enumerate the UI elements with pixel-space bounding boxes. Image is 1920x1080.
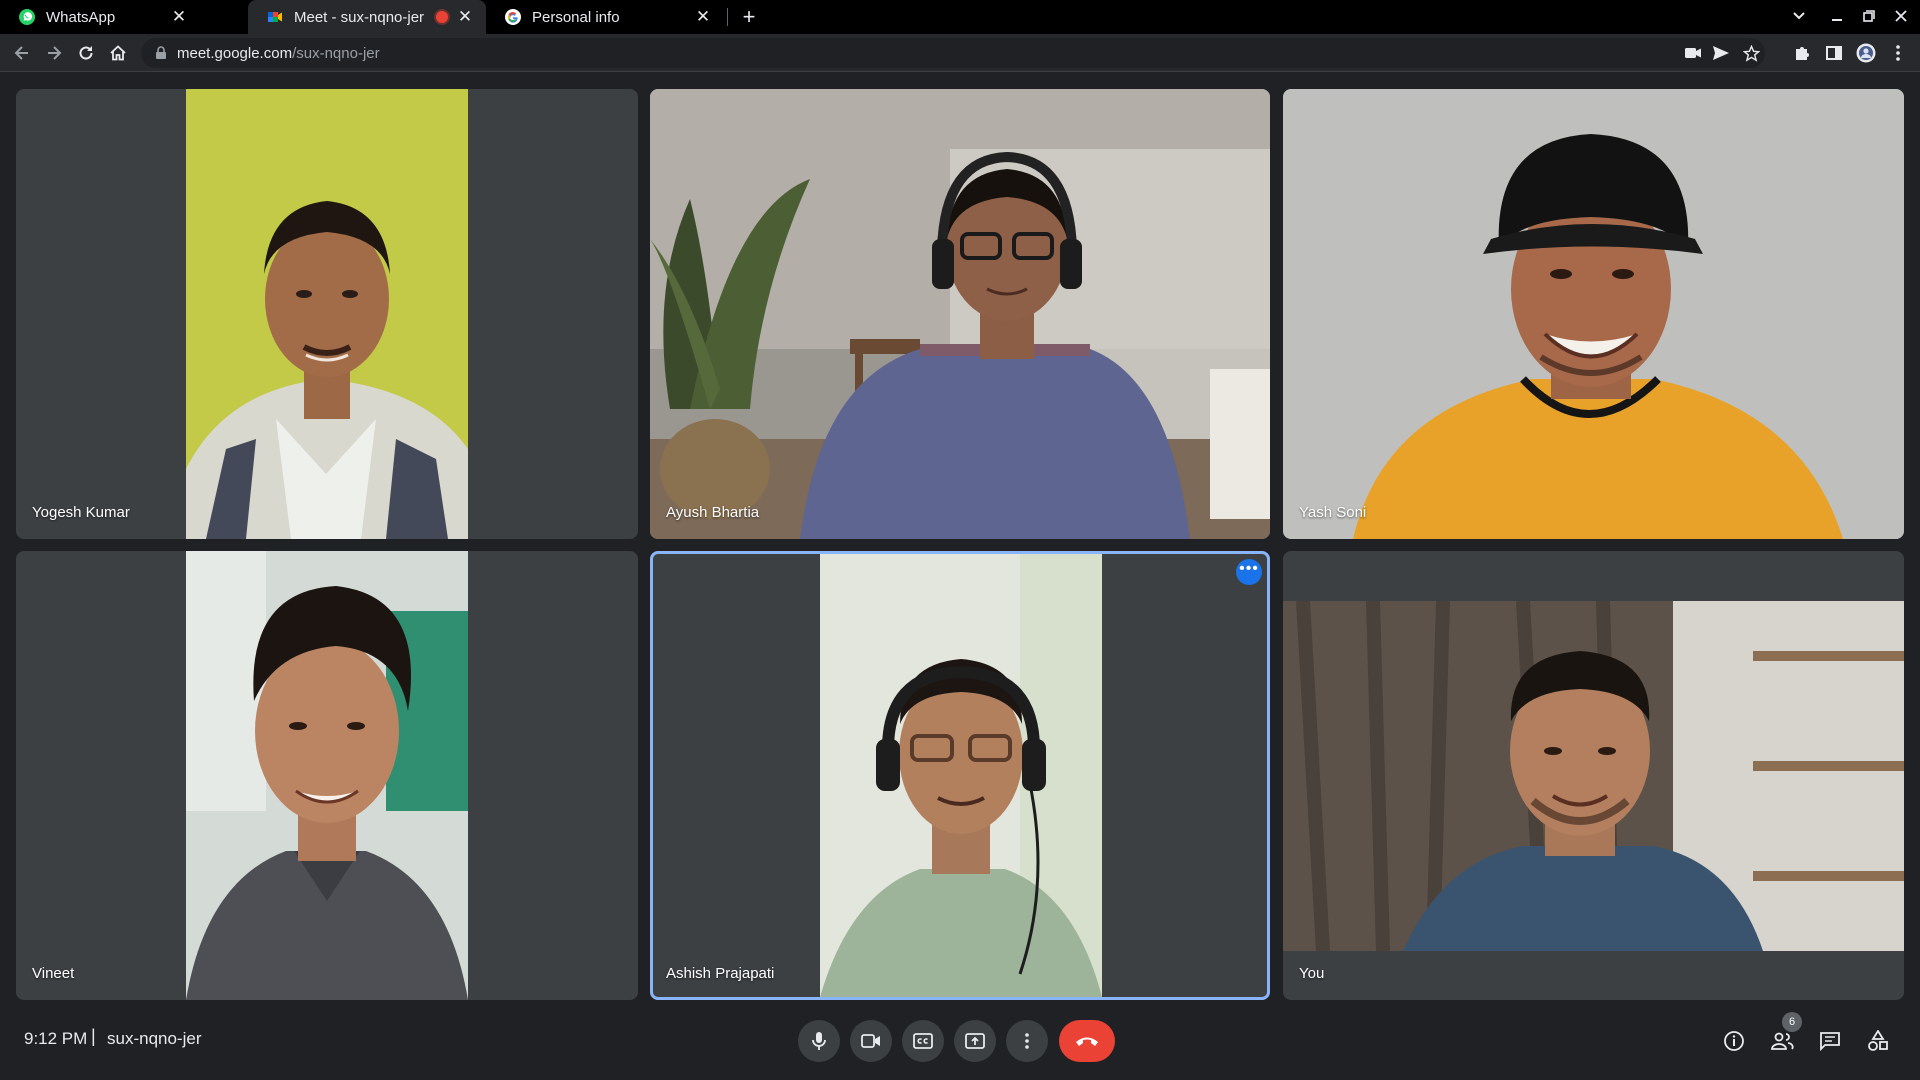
home-icon bbox=[110, 45, 126, 61]
videocam-icon bbox=[861, 1034, 880, 1048]
participant-tile-self[interactable]: You bbox=[1283, 551, 1904, 1000]
chat-button[interactable] bbox=[1816, 1027, 1844, 1055]
chat-icon bbox=[1820, 1032, 1840, 1051]
extensions-puzzle-icon[interactable] bbox=[1792, 43, 1812, 63]
bookmark-star-icon[interactable] bbox=[1741, 43, 1761, 63]
more-options-button[interactable] bbox=[1006, 1020, 1048, 1062]
info-icon bbox=[1724, 1031, 1744, 1051]
more-options-button[interactable]: ••• bbox=[1236, 559, 1262, 585]
meeting-clock: 9:12 PM bbox=[24, 1029, 88, 1048]
participant-video bbox=[1283, 89, 1904, 539]
whatsapp-icon bbox=[19, 9, 35, 25]
new-tab-button[interactable]: + bbox=[736, 4, 762, 30]
microphone-icon bbox=[812, 1032, 826, 1050]
leave-call-button[interactable] bbox=[1059, 1020, 1115, 1062]
shapes-activities-icon bbox=[1868, 1030, 1888, 1051]
participant-tile[interactable]: Yogesh Kumar bbox=[16, 89, 638, 539]
url-path: /sux-nqno-jer bbox=[292, 44, 380, 62]
url-host: meet.google.com bbox=[177, 44, 293, 62]
minimize-icon[interactable] bbox=[1826, 6, 1848, 28]
forward-button[interactable] bbox=[40, 39, 68, 67]
reload-button[interactable] bbox=[72, 39, 100, 67]
back-button[interactable] bbox=[8, 39, 36, 67]
profile-avatar[interactable] bbox=[1856, 43, 1876, 63]
camera-in-use-icon[interactable] bbox=[1683, 43, 1703, 63]
meeting-details-button[interactable] bbox=[1720, 1027, 1748, 1055]
lock-icon bbox=[156, 46, 166, 59]
meeting-info-separator: | bbox=[91, 1026, 96, 1046]
activities-button[interactable] bbox=[1864, 1027, 1892, 1055]
tab-divider bbox=[727, 8, 728, 26]
restore-icon[interactable] bbox=[1858, 6, 1880, 28]
participant-video bbox=[186, 89, 468, 539]
people-icon bbox=[1771, 1032, 1794, 1050]
participant-name: Yogesh Kumar bbox=[32, 504, 130, 521]
participant-name: Ashish Prajapati bbox=[666, 965, 775, 982]
close-tab-icon[interactable]: ✕ bbox=[170, 8, 188, 26]
close-window-icon[interactable] bbox=[1890, 6, 1912, 28]
tab-personal-info[interactable]: Personal info ✕ bbox=[486, 0, 724, 34]
browser-toolbar: meet.google.com/sux-nqno-jer bbox=[0, 34, 1920, 72]
address-bar[interactable]: meet.google.com/sux-nqno-jer bbox=[141, 38, 1765, 68]
participant-tile[interactable]: Ayush Bhartia bbox=[650, 89, 1270, 539]
call-end-icon bbox=[1076, 1037, 1098, 1046]
participant-count-badge: 6 bbox=[1782, 1012, 1802, 1032]
self-view-video bbox=[1283, 601, 1904, 951]
more-vert-icon bbox=[1025, 1033, 1029, 1049]
tab-title: Meet - sux-nqno-jer bbox=[294, 8, 425, 26]
participant-name: Ayush Bhartia bbox=[666, 504, 760, 521]
microphone-toggle-button[interactable] bbox=[798, 1020, 840, 1062]
arrow-right-icon bbox=[48, 46, 62, 60]
google-icon bbox=[505, 9, 521, 25]
side-panel-icon[interactable] bbox=[1824, 43, 1844, 63]
participant-video bbox=[650, 89, 1270, 539]
participant-video bbox=[186, 551, 468, 1000]
camera-toggle-button[interactable] bbox=[850, 1020, 892, 1062]
chrome-menu-icon[interactable] bbox=[1888, 43, 1908, 63]
meeting-controls-bar: 9:12 PM | sux-nqno-jer bbox=[0, 1008, 1920, 1080]
send-icon[interactable] bbox=[1711, 43, 1731, 63]
participant-name: Vineet bbox=[32, 965, 75, 982]
present-to-all-icon bbox=[965, 1033, 985, 1049]
home-button[interactable] bbox=[104, 39, 132, 67]
reload-icon bbox=[79, 46, 93, 60]
tab-whatsapp[interactable]: WhatsApp ✕ bbox=[0, 0, 200, 34]
meeting-code: sux-nqno-jer bbox=[107, 1029, 202, 1048]
participant-name: You bbox=[1299, 965, 1325, 982]
participant-tile[interactable]: Vineet bbox=[16, 551, 638, 1000]
arrow-left-icon bbox=[14, 46, 28, 60]
captions-button[interactable] bbox=[902, 1020, 944, 1062]
browser-tab-strip: WhatsApp ✕ Meet - sux-nqno-jer ✕ Persona… bbox=[0, 0, 1920, 34]
participant-tile[interactable]: Yash Soni bbox=[1283, 89, 1904, 539]
tab-title: WhatsApp bbox=[46, 8, 116, 26]
recording-indicator-icon bbox=[436, 11, 448, 23]
closed-captions-icon bbox=[913, 1033, 933, 1049]
tab-meet[interactable]: Meet - sux-nqno-jer ✕ bbox=[248, 0, 486, 34]
participant-name: Yash Soni bbox=[1299, 504, 1367, 521]
google-meet-icon bbox=[268, 12, 282, 22]
tab-title: Personal info bbox=[532, 8, 620, 26]
participant-tile[interactable]: ••• Ashish Prajapati bbox=[650, 551, 1270, 1000]
participant-video bbox=[820, 554, 1102, 997]
tab-search-icon[interactable] bbox=[1788, 6, 1810, 28]
close-tab-icon[interactable]: ✕ bbox=[694, 8, 712, 26]
present-screen-button[interactable] bbox=[954, 1020, 996, 1062]
close-tab-icon[interactable]: ✕ bbox=[456, 8, 474, 26]
